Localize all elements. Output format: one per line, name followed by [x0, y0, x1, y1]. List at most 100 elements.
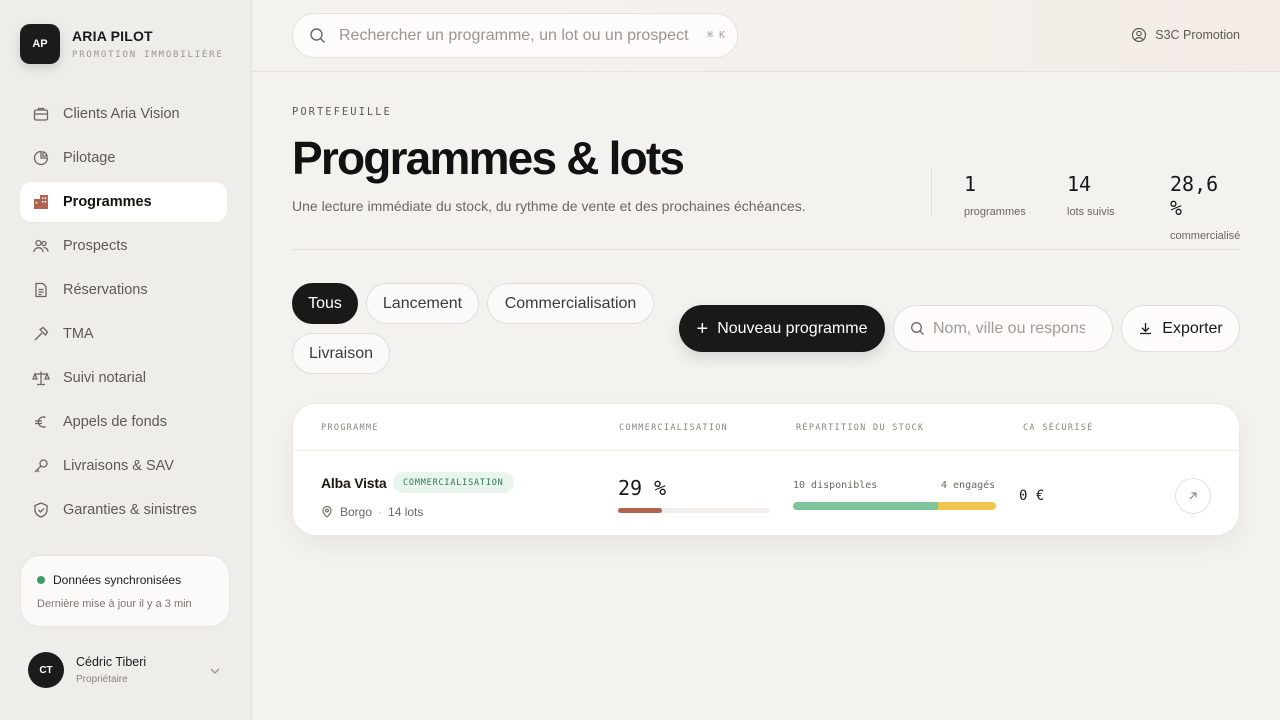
table-row[interactable]: Alba Vista COMMERCIALISATION Borgo · 14 …	[293, 451, 1239, 535]
programmes-table: PROGRAMME COMMERCIALISATION RÉPARTITION …	[292, 403, 1240, 536]
stat-label: commercialisé	[1170, 230, 1241, 242]
stock-distribution-bar	[793, 502, 996, 510]
sync-title: Données synchronisées	[53, 573, 182, 587]
stat-value: 28,6 %	[1170, 172, 1219, 220]
sidebar-item-label: Garanties & sinistres	[63, 502, 197, 518]
stat-commercialise: 28,6 % commercialisé	[1170, 172, 1240, 242]
sidebar-item-reservations[interactable]: Réservations	[20, 270, 227, 310]
table-header: PROGRAMME COMMERCIALISATION RÉPARTITION …	[293, 404, 1239, 451]
hammer-icon	[32, 325, 50, 343]
sidebar-item-appels-de-fonds[interactable]: Appels de fonds	[20, 402, 227, 442]
stat-value: 14	[1067, 172, 1092, 196]
sync-status-card: Données synchronisées Dernière mise à jo…	[20, 555, 230, 627]
key-icon	[32, 457, 50, 475]
filter-chip-tous[interactable]: Tous	[292, 283, 358, 324]
programme-filter[interactable]	[893, 305, 1113, 352]
column-header: PROGRAMME	[321, 423, 379, 433]
sidebar-nav: Clients Aria Vision Pilotage Programmes …	[20, 94, 227, 534]
export-label: Exporter	[1162, 319, 1223, 337]
programme-name[interactable]: Alba Vista	[321, 475, 387, 491]
page-eyebrow: PORTEFEUILLE	[292, 106, 392, 118]
programme-meta: Borgo · 14 lots	[321, 505, 423, 519]
search-icon	[310, 28, 325, 43]
stock-available-label: 10 disponibles	[793, 480, 878, 491]
sidebar-item-garanties-sinistres[interactable]: Garanties & sinistres	[20, 490, 227, 530]
sidebar-item-label: Réservations	[63, 282, 148, 298]
filter-chip-commercialisation[interactable]: Commercialisation	[487, 283, 654, 324]
organization-switcher[interactable]: S3C Promotion	[1131, 27, 1240, 43]
sidebar-item-suivi-notarial[interactable]: Suivi notarial	[20, 358, 227, 398]
page-title: Programmes & lots	[292, 132, 685, 184]
avatar: CT	[28, 652, 64, 688]
user-circle-icon	[1132, 27, 1147, 43]
user-menu[interactable]: CT Cédric Tiberi Propriétaire	[28, 652, 224, 688]
commercialisation-percent: 29 %	[618, 476, 667, 500]
filter-chip-livraison[interactable]: Livraison	[292, 333, 390, 374]
sync-status-dot	[37, 576, 45, 584]
user-role: Propriétaire	[76, 674, 128, 685]
brand-name: ARIA PILOT	[72, 28, 153, 44]
filter-input[interactable]	[933, 319, 1085, 338]
search-input[interactable]	[339, 26, 699, 45]
sidebar-item-livraisons-sav[interactable]: Livraisons & SAV	[20, 446, 227, 486]
new-programme-label: Nouveau programme	[717, 319, 868, 337]
commercialisation-progress	[618, 508, 770, 513]
export-button[interactable]: Exporter	[1121, 305, 1240, 352]
briefcase-icon	[32, 105, 50, 123]
filter-chip-lancement[interactable]: Lancement	[366, 283, 479, 324]
user-name: Cédric Tiberi	[76, 655, 147, 669]
stat-label: lots suivis	[1067, 206, 1115, 218]
summary-stats: 1 programmes 14 lots suivis 28,6 % comme…	[931, 168, 1240, 242]
ca-securise-value: 0 €	[1019, 488, 1045, 504]
sidebar-item-programmes[interactable]: Programmes	[20, 182, 227, 222]
sidebar-item-label: Appels de fonds	[63, 414, 167, 430]
stat-lots-suivis: 14 lots suivis	[1067, 172, 1115, 218]
sidebar-item-clients-aria-vision[interactable]: Clients Aria Vision	[20, 94, 227, 134]
stock-engaged-label: 4 engagés	[941, 480, 996, 491]
sidebar-item-label: Programmes	[63, 194, 152, 210]
map-pin-icon	[322, 506, 332, 518]
page-subtitle: Une lecture immédiate du stock, du rythm…	[292, 198, 806, 214]
document-icon	[32, 281, 50, 299]
stat-programmes: 1 programmes	[964, 172, 1026, 218]
building-icon	[32, 193, 50, 211]
status-badge: COMMERCIALISATION	[393, 472, 514, 493]
chevron-down-icon[interactable]	[208, 664, 222, 678]
brand-subtitle: PROMOTION IMMOBILIÈRE	[72, 50, 224, 60]
users-icon	[32, 237, 50, 255]
brand[interactable]: AP ARIA PILOT PROMOTION IMMOBILIÈRE	[20, 24, 224, 64]
stock-engaged-segment	[938, 502, 996, 510]
sync-subtitle: Dernière mise à jour il y a 3 min	[37, 598, 192, 610]
programme-city: Borgo	[340, 505, 373, 519]
sidebar-item-tma[interactable]: TMA	[20, 314, 227, 354]
sidebar-item-pilotage[interactable]: Pilotage	[20, 138, 227, 178]
pie-chart-icon	[32, 149, 50, 167]
sidebar-item-label: Clients Aria Vision	[63, 106, 180, 122]
column-header: CA SÉCURISÉ	[1023, 423, 1094, 433]
programme-lots: 14 lots	[388, 505, 424, 519]
stat-label: programmes	[964, 206, 1026, 218]
sidebar-item-label: Prospects	[63, 238, 128, 254]
search-icon	[911, 322, 924, 335]
new-programme-button[interactable]: + Nouveau programme	[679, 305, 885, 352]
sidebar: AP ARIA PILOT PROMOTION IMMOBILIÈRE Clie…	[0, 0, 252, 720]
stock-available-segment	[793, 502, 938, 510]
shield-icon	[32, 501, 50, 519]
plus-icon: +	[696, 317, 709, 340]
column-header: COMMERCIALISATION	[619, 423, 729, 433]
brand-logo: AP	[20, 24, 60, 64]
topbar: ⌘ K S3C Promotion	[252, 0, 1280, 72]
organization-name: S3C Promotion	[1155, 28, 1240, 42]
sidebar-item-label: Pilotage	[63, 150, 116, 166]
sidebar-item-prospects[interactable]: Prospects	[20, 226, 227, 266]
scale-icon	[32, 369, 50, 387]
column-header: RÉPARTITION DU STOCK	[796, 423, 925, 433]
search-shortcut: ⌘ K	[707, 30, 726, 41]
sidebar-item-label: Suivi notarial	[63, 370, 147, 386]
divider	[292, 249, 1240, 250]
download-icon	[1140, 323, 1152, 335]
sidebar-item-label: TMA	[63, 326, 94, 342]
open-programme-button[interactable]	[1175, 478, 1211, 514]
commercialisation-progress-fill	[618, 508, 663, 513]
global-search[interactable]: ⌘ K	[292, 13, 738, 58]
